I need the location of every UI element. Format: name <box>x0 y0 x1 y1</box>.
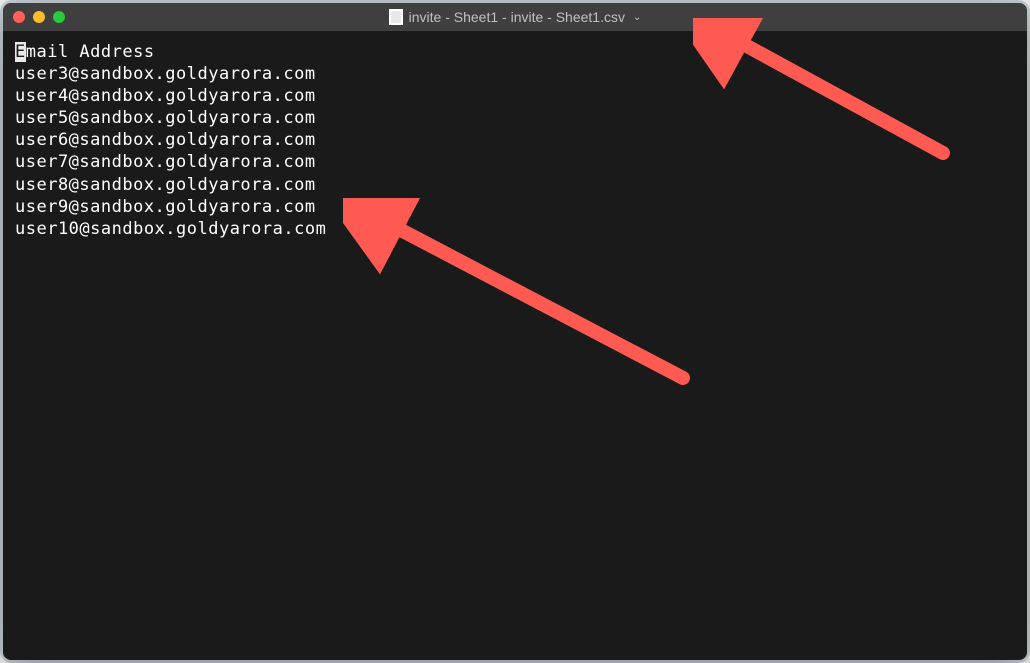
file-line: user4@sandbox.goldyarora.com <box>15 85 1015 107</box>
editor-window: invite - Sheet1 - invite - Sheet1.csv ⌄ … <box>3 3 1027 660</box>
file-line: user3@sandbox.goldyarora.com <box>15 63 1015 85</box>
traffic-lights <box>13 11 65 23</box>
maximize-icon[interactable] <box>53 11 65 23</box>
file-line: user10@sandbox.goldyarora.com <box>15 218 1015 240</box>
file-line: user5@sandbox.goldyarora.com <box>15 107 1015 129</box>
titlebar[interactable]: invite - Sheet1 - invite - Sheet1.csv ⌄ <box>3 3 1027 31</box>
cursor-position: E <box>15 42 26 62</box>
window-title: invite - Sheet1 - invite - Sheet1.csv <box>409 9 625 25</box>
file-line: user9@sandbox.goldyarora.com <box>15 196 1015 218</box>
file-header-line: Email Address <box>15 41 1015 63</box>
header-rest: mail Address <box>26 42 155 62</box>
close-icon[interactable] <box>13 11 25 23</box>
file-line: user8@sandbox.goldyarora.com <box>15 174 1015 196</box>
file-icon <box>389 9 403 25</box>
window-outer-frame: invite - Sheet1 - invite - Sheet1.csv ⌄ … <box>0 0 1030 663</box>
title-wrapper: invite - Sheet1 - invite - Sheet1.csv ⌄ <box>3 9 1027 25</box>
file-line: user6@sandbox.goldyarora.com <box>15 129 1015 151</box>
minimize-icon[interactable] <box>33 11 45 23</box>
file-line: user7@sandbox.goldyarora.com <box>15 151 1015 173</box>
file-content[interactable]: Email Addressuser3@sandbox.goldyarora.co… <box>3 31 1027 250</box>
chevron-down-icon[interactable]: ⌄ <box>633 12 641 23</box>
